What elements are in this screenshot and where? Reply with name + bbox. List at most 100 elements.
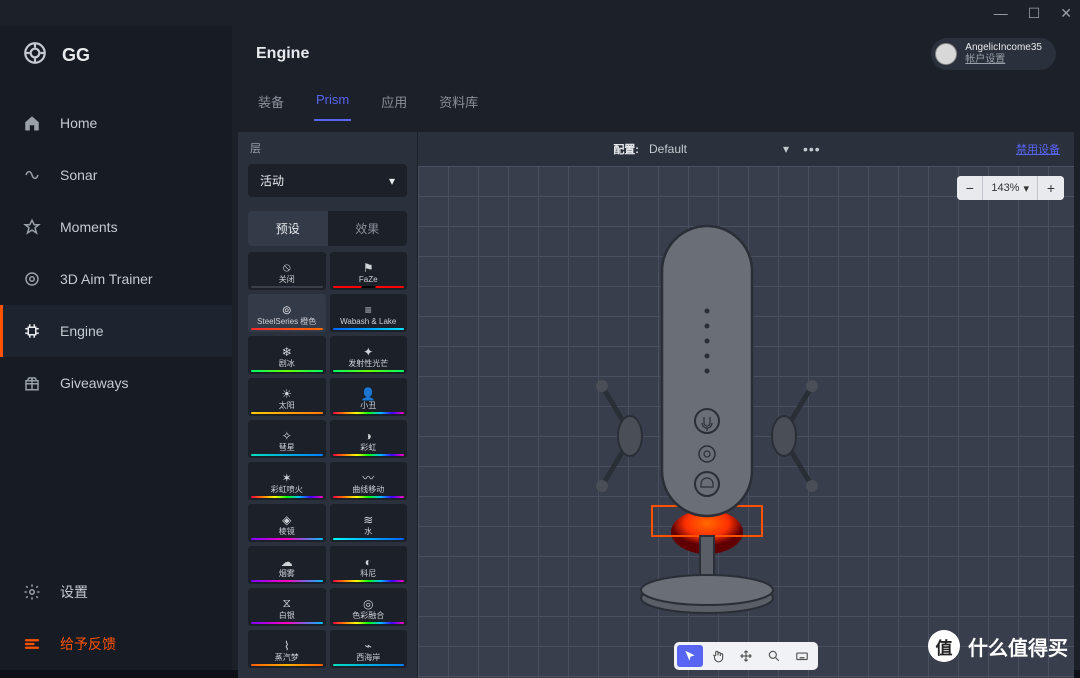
preset-19[interactable]: ⌁西海岸 bbox=[330, 630, 408, 668]
subtabs: 预设 效果 bbox=[248, 211, 407, 246]
preset-color-bar bbox=[251, 538, 323, 540]
preset-color-bar bbox=[333, 328, 405, 330]
preset-icon: 👤 bbox=[361, 387, 376, 401]
preset-5[interactable]: ✦发射性光芒 bbox=[330, 336, 408, 374]
preset-13[interactable]: ≋水 bbox=[330, 504, 408, 542]
sidebar: GG Home Sonar Moments 3D Aim Trainer Eng… bbox=[0, 26, 232, 670]
preset-12[interactable]: ◈棱镜 bbox=[248, 504, 326, 542]
tool-zoom[interactable] bbox=[761, 645, 787, 667]
user-chip[interactable]: AngelicIncome35 帐户设置 bbox=[931, 38, 1056, 70]
nav-home[interactable]: Home bbox=[0, 97, 232, 149]
nav-label: 3D Aim Trainer bbox=[60, 271, 153, 287]
zoom-in[interactable]: + bbox=[1038, 176, 1064, 200]
layer-select[interactable]: 活动 ▾ bbox=[248, 164, 407, 197]
preset-16[interactable]: ⧖白银 bbox=[248, 588, 326, 626]
preset-17[interactable]: ◎色彩融合 bbox=[330, 588, 408, 626]
subtab-effects[interactable]: 效果 bbox=[328, 211, 408, 246]
tool-pan[interactable] bbox=[705, 645, 731, 667]
preset-color-bar bbox=[251, 286, 323, 288]
nav-label: Sonar bbox=[60, 167, 97, 183]
user-name: AngelicIncome35 bbox=[965, 42, 1042, 54]
preset-icon: ✦ bbox=[363, 345, 373, 359]
preset-label: 发射性光芒 bbox=[348, 360, 388, 368]
nav-feedback[interactable]: 给予反馈 bbox=[0, 618, 232, 670]
gear-icon bbox=[22, 582, 42, 602]
preset-7[interactable]: 👤小丑 bbox=[330, 378, 408, 416]
chevron-down-icon: ▾ bbox=[783, 142, 789, 156]
preset-label: 彗星 bbox=[279, 444, 295, 452]
effects-panel: 层 活动 ▾ 预设 效果 ⦸关闭⚑FaZe⊚SteelSeries 橙色≡Wab… bbox=[238, 132, 418, 678]
tab-library[interactable]: 资料库 bbox=[437, 84, 480, 121]
preset-label: 蒸汽梦 bbox=[275, 654, 299, 662]
subtab-presets[interactable]: 预设 bbox=[248, 211, 328, 246]
preset-color-bar bbox=[251, 664, 323, 666]
zoom-out[interactable]: − bbox=[957, 176, 983, 200]
nav-giveaways[interactable]: Giveaways bbox=[0, 357, 232, 409]
tab-prism[interactable]: Prism bbox=[314, 84, 351, 121]
config-select[interactable]: Default ▾ bbox=[649, 138, 789, 160]
avatar bbox=[935, 43, 957, 65]
watermark: 值 什么值得买 bbox=[928, 630, 1068, 662]
zoom-controls: − 143%▾ + bbox=[957, 176, 1064, 200]
tool-pointer[interactable] bbox=[677, 645, 703, 667]
canvas-toolbar: 配置: Default ▾ ••• 禁用设备 bbox=[418, 132, 1074, 166]
workspace: 层 活动 ▾ 预设 效果 ⦸关闭⚑FaZe⊚SteelSeries 橙色≡Wab… bbox=[238, 132, 1074, 678]
window-close[interactable]: ✕ bbox=[1060, 5, 1072, 22]
preset-9[interactable]: ◑彩虹 bbox=[330, 420, 408, 458]
preset-label: 关闭 bbox=[279, 276, 295, 284]
nav-aim-trainer[interactable]: 3D Aim Trainer bbox=[0, 253, 232, 305]
preset-18[interactable]: ⌇蒸汽梦 bbox=[248, 630, 326, 668]
layer-label: 层 bbox=[238, 132, 417, 160]
preset-label: Wabash & Lake bbox=[340, 318, 396, 326]
canvas-area: 配置: Default ▾ ••• 禁用设备 − 143%▾ + bbox=[418, 132, 1074, 678]
nav-label: 给予反馈 bbox=[60, 634, 116, 654]
preset-8[interactable]: ✧彗星 bbox=[248, 420, 326, 458]
window-minimize[interactable]: — bbox=[994, 5, 1008, 21]
preset-color-bar bbox=[333, 538, 405, 540]
nav-settings[interactable]: 设置 bbox=[0, 566, 232, 618]
tab-gear[interactable]: 装备 bbox=[256, 84, 286, 121]
preset-icon: ✧ bbox=[282, 429, 292, 443]
preset-color-bar bbox=[251, 412, 323, 414]
tab-apps[interactable]: 应用 bbox=[379, 84, 409, 121]
preset-label: 烟雾 bbox=[279, 570, 295, 578]
preset-3[interactable]: ≡Wabash & Lake bbox=[330, 294, 408, 332]
preset-icon: ◑ bbox=[365, 429, 372, 443]
chevron-down-icon: ▾ bbox=[1023, 182, 1029, 195]
preset-2[interactable]: ⊚SteelSeries 橙色 bbox=[248, 294, 326, 332]
nav-moments[interactable]: Moments bbox=[0, 201, 232, 253]
canvas[interactable]: − 143%▾ + bbox=[418, 166, 1074, 678]
preset-label: 科尼 bbox=[360, 570, 376, 578]
chip-icon bbox=[22, 321, 42, 341]
tool-move[interactable] bbox=[733, 645, 759, 667]
zoom-value[interactable]: 143%▾ bbox=[983, 176, 1038, 200]
preset-color-bar bbox=[251, 328, 323, 330]
preset-label: 西海岸 bbox=[356, 654, 380, 662]
preset-icon: ❄ bbox=[282, 345, 292, 359]
preset-color-bar bbox=[333, 496, 405, 498]
window-maximize[interactable]: ☐ bbox=[1028, 5, 1041, 22]
disable-device-link[interactable]: 禁用设备 bbox=[1016, 141, 1060, 157]
preset-color-bar bbox=[333, 580, 405, 582]
preset-14[interactable]: ☁烟雾 bbox=[248, 546, 326, 584]
preset-label: 白银 bbox=[279, 612, 295, 620]
preset-0[interactable]: ⦸关闭 bbox=[248, 252, 326, 290]
preset-color-bar bbox=[333, 622, 405, 624]
tool-keyboard[interactable] bbox=[789, 645, 815, 667]
nav-engine[interactable]: Engine bbox=[0, 305, 232, 357]
preset-10[interactable]: ✶彩虹喷火 bbox=[248, 462, 326, 500]
nav-label: 设置 bbox=[60, 582, 88, 602]
preset-1[interactable]: ⚑FaZe bbox=[330, 252, 408, 290]
device-microphone[interactable] bbox=[592, 206, 822, 641]
preset-6[interactable]: ☀太阳 bbox=[248, 378, 326, 416]
preset-color-bar bbox=[251, 370, 323, 372]
preset-list[interactable]: ⦸关闭⚑FaZe⊚SteelSeries 橙色≡Wabash & Lake❄剧冰… bbox=[238, 252, 417, 678]
preset-15[interactable]: ◐科尼 bbox=[330, 546, 408, 584]
preset-4[interactable]: ❄剧冰 bbox=[248, 336, 326, 374]
config-menu[interactable]: ••• bbox=[799, 141, 825, 157]
preset-11[interactable]: 〰曲线移动 bbox=[330, 462, 408, 500]
page-title: Engine bbox=[256, 45, 309, 63]
account-link[interactable]: 帐户设置 bbox=[965, 54, 1042, 66]
nav-sonar[interactable]: Sonar bbox=[0, 149, 232, 201]
preset-icon: ◎ bbox=[363, 597, 373, 611]
